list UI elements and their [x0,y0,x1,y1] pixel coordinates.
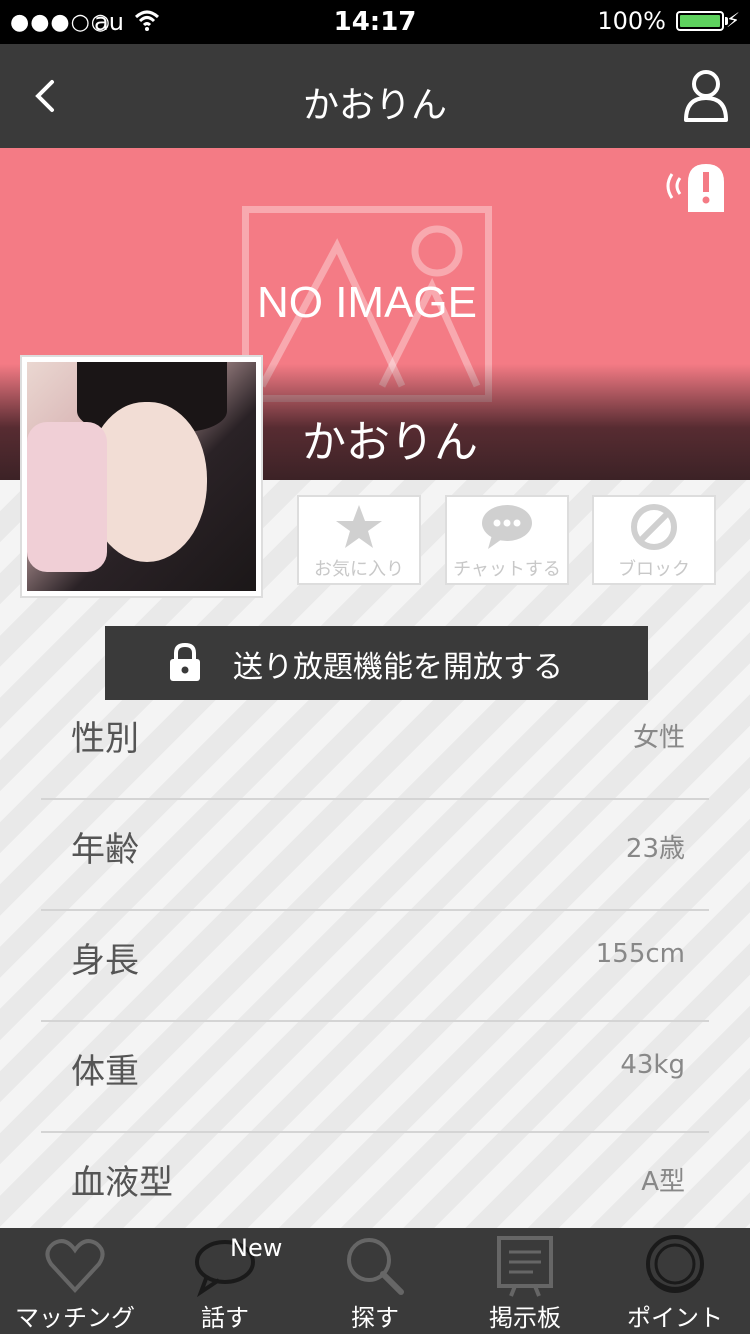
tab-label: マッチング [15,1304,135,1332]
favorite-label: お気に入り [314,559,404,580]
info-key: 年齢 [71,830,139,870]
block-label: ブロック [618,559,690,580]
report-alarm-icon[interactable] [666,158,730,214]
star-icon [336,505,382,548]
info-key: 血液型 [71,1163,173,1203]
tab-board[interactable]: 掲示板 [450,1228,600,1334]
coin-icon [646,1235,704,1293]
tab-search[interactable]: 探す [300,1228,450,1334]
new-badge: New [230,1234,283,1262]
chat-label: チャットする [453,559,561,580]
chat-bubble-icon [482,505,532,549]
status-bar: ●●●○○ au 14:17 100% ⚡ [0,0,750,44]
block-icon [631,504,677,550]
info-value: 43kg [620,1050,685,1080]
charging-icon: ⚡ [725,8,740,32]
tab-matching[interactable]: マッチング [0,1228,150,1334]
navigation-bar: かおりん [0,44,750,148]
info-row-age: 年齢 23歳 [41,800,709,911]
search-icon [347,1238,404,1295]
info-value: A型 [641,1167,685,1197]
unlock-label: 送り放題機能を開放する [233,650,563,685]
battery-percent: 100% [597,7,666,35]
info-value: 155cm [595,939,685,969]
chat-button[interactable]: チャットする [445,495,569,585]
tab-label: 探す [351,1304,399,1332]
board-icon [497,1236,553,1297]
info-row-height: 身長 155cm [41,911,709,1022]
info-key: 性別 [71,719,139,759]
info-value: 女性 [632,723,685,753]
tab-label: 話す [201,1304,249,1332]
tab-bar: マッチング New 話す 探す 掲示板 ポイント [0,1228,750,1334]
info-key: 体重 [71,1052,139,1092]
user-icon[interactable] [682,68,730,124]
tab-label: ポイント [627,1304,723,1332]
favorite-button[interactable]: お気に入り [297,495,421,585]
avatar[interactable] [20,355,263,598]
no-image-label: NO IMAGE [256,278,478,327]
profile-name: かおりん [302,417,478,468]
info-row-weight: 体重 43kg [41,1022,709,1133]
tab-label: 掲示板 [489,1304,561,1332]
avatar-photo [27,362,256,591]
info-key: 身長 [71,941,139,981]
page-title: かおりん [302,85,447,126]
lock-icon [170,642,200,681]
info-row-gender: 性別 女性 [41,689,709,800]
info-value: 23歳 [625,834,685,864]
tab-points[interactable]: ポイント [600,1228,750,1334]
block-button[interactable]: ブロック [592,495,716,585]
back-icon[interactable] [26,72,70,120]
tab-talk[interactable]: New 話す [150,1228,300,1334]
heart-icon [45,1239,105,1293]
battery-icon [676,11,728,31]
